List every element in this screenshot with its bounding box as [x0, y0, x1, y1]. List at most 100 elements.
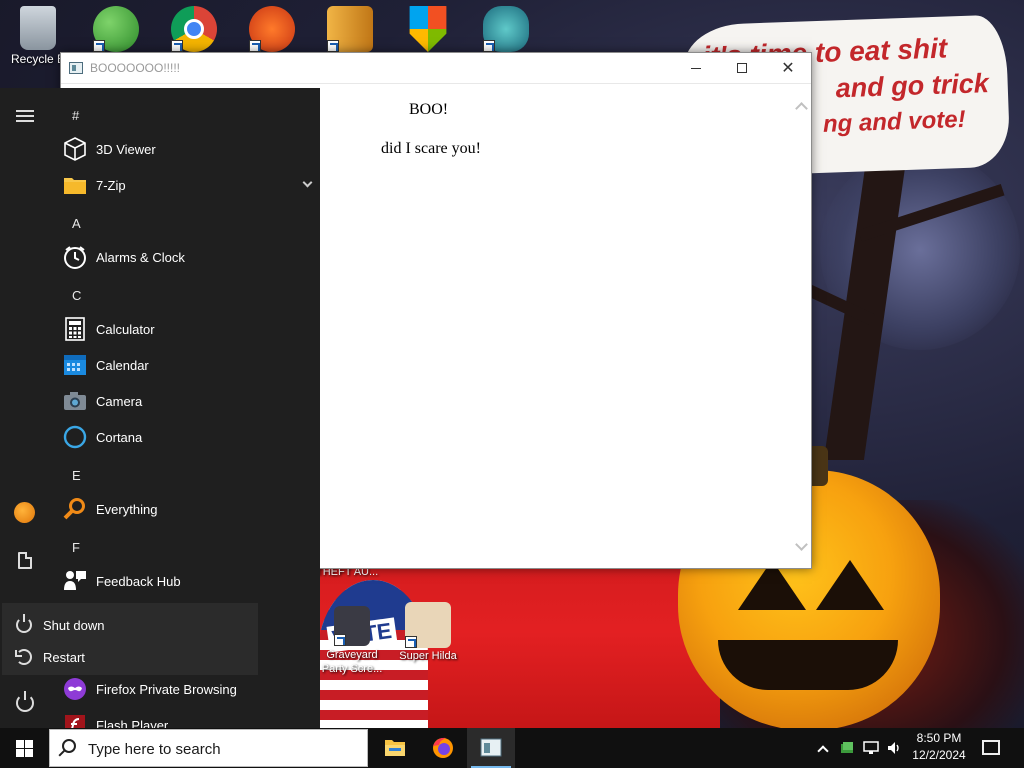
desktop-icon-label: Super Hilda [399, 650, 457, 662]
app-item-7zip[interactable]: 7-Zip [62, 167, 314, 203]
app-item-label: Cortana [96, 429, 143, 445]
boo-app-icon [480, 738, 502, 757]
app-item-feedback-hub[interactable]: Feedback Hub [62, 563, 314, 599]
shortcut-arrow-icon [334, 634, 346, 646]
shutdown-option[interactable]: Shut down [2, 609, 258, 641]
window-title-bar[interactable]: BOOOOOOO!!!!! ✕ [61, 53, 811, 84]
app-item-label: Alarms & Clock [96, 249, 185, 265]
maximize-button[interactable] [719, 53, 765, 83]
section-header-a[interactable]: A [72, 216, 81, 231]
folder-app-icon [327, 6, 373, 52]
clock-date: 12/2/2024 [912, 748, 966, 762]
show-hidden-icons-button[interactable] [814, 728, 832, 768]
close-button[interactable]: ✕ [765, 53, 811, 83]
app-item-label: Camera [96, 393, 143, 409]
chrome-icon [171, 6, 217, 52]
speaker-icon [888, 742, 899, 754]
app-item-label: Calendar [96, 357, 149, 373]
tray-app-icon[interactable] [838, 728, 856, 768]
shortcut-arrow-icon [171, 40, 183, 52]
shutdown-label: Shut down [43, 617, 105, 633]
app-item-label: Calculator [96, 321, 155, 337]
section-header-hash[interactable]: # [72, 108, 79, 123]
camera-icon [62, 388, 88, 414]
section-header-c[interactable]: C [72, 288, 81, 303]
chevron-up-icon [817, 745, 829, 757]
app-item-flash-player[interactable]: Flash Player [62, 707, 314, 728]
shield-icon [409, 6, 447, 52]
search-placeholder: Type here to search [88, 741, 221, 758]
app-item-label: Everything [96, 501, 158, 517]
super-hilda-icon [405, 602, 451, 648]
speech-line-3: ng and vote! [822, 105, 967, 138]
desktop-icon-folder-app[interactable] [314, 0, 386, 54]
taskbar-file-explorer[interactable] [371, 728, 419, 768]
cortana-icon [62, 424, 88, 450]
notification-center-icon[interactable] [982, 740, 1000, 755]
documents-icon[interactable] [18, 552, 32, 569]
taskbar-boo-app[interactable] [467, 728, 515, 768]
speech-line-2: and go trick [835, 68, 990, 104]
desktop-icon-game[interactable] [470, 0, 542, 54]
section-header-e[interactable]: E [72, 468, 81, 483]
pumpkin-mouth [718, 640, 898, 690]
money-icon [841, 742, 853, 753]
minimize-icon [691, 67, 701, 69]
desktop-icon-chrome[interactable] [158, 0, 230, 54]
app-item-firefox-private[interactable]: Firefox Private Browsing [62, 671, 314, 707]
power-icon[interactable] [16, 691, 34, 712]
desktop-icon-label: Graveyard Party Scre... [321, 649, 383, 675]
volume-button[interactable] [884, 728, 904, 768]
taskbar: Type here to search 8:50 PM 12/2/2024 [0, 728, 1024, 768]
section-header-f[interactable]: F [72, 540, 80, 555]
network-button[interactable] [860, 728, 882, 768]
boo-heading: BOO! [409, 101, 449, 118]
magnifier-icon [62, 496, 88, 522]
desktop-icon-super-hilda[interactable]: Super Hilda [392, 596, 464, 662]
firefox-private-icon [62, 676, 88, 702]
desktop-icon-people[interactable] [80, 0, 152, 54]
taskbar-clock[interactable]: 8:50 PM 12/2/2024 [906, 730, 972, 766]
app-item-cortana[interactable]: Cortana [62, 419, 314, 455]
shortcut-arrow-icon [327, 40, 339, 52]
app-item-label: Flash Player [96, 717, 169, 729]
boo-message: did I scare you! [381, 140, 481, 157]
pumpkin-eye [816, 560, 884, 610]
user-avatar-icon[interactable] [14, 502, 35, 523]
flash-icon [62, 712, 88, 728]
graveyard-icon [334, 606, 370, 646]
taskbar-firefox[interactable] [419, 728, 467, 768]
desktop-icon-pinball[interactable] [236, 0, 308, 54]
window-app-icon [69, 62, 83, 74]
taskbar-search-box[interactable]: Type here to search [49, 729, 368, 767]
app-item-calculator[interactable]: Calculator [62, 311, 314, 347]
restart-icon [15, 649, 32, 665]
clock-icon [62, 244, 88, 270]
feedback-icon [62, 568, 88, 594]
chevron-down-icon[interactable] [302, 177, 313, 188]
app-item-everything[interactable]: Everything [62, 491, 314, 527]
scroll-down-arrow-icon[interactable] [794, 539, 808, 553]
power-icon [16, 614, 32, 633]
cube-icon [62, 136, 88, 162]
app-item-alarms-clock[interactable]: Alarms & Clock [62, 239, 314, 275]
restart-option[interactable]: Restart [2, 641, 258, 673]
start-button[interactable] [0, 728, 48, 768]
app-item-label: 7-Zip [96, 177, 126, 193]
close-icon: ✕ [781, 60, 795, 77]
calendar-icon [62, 352, 88, 378]
app-item-3d-viewer[interactable]: 3D Viewer [62, 131, 314, 167]
minimize-button[interactable] [673, 53, 719, 83]
hamburger-menu-icon[interactable] [16, 110, 34, 122]
desktop-icon-graveyard-party[interactable]: Graveyard Party Scre... [316, 600, 388, 676]
app-item-calendar[interactable]: Calendar [62, 347, 314, 383]
desktop-icon-windows-security[interactable] [392, 0, 464, 54]
shortcut-arrow-icon [483, 40, 495, 52]
app-item-camera[interactable]: Camera [62, 383, 314, 419]
shortcut-arrow-icon [405, 636, 417, 648]
windows-logo-icon [16, 740, 33, 757]
app-item-label: Feedback Hub [96, 573, 181, 589]
calculator-icon [62, 316, 88, 342]
recycle-bin-icon [20, 6, 56, 50]
scroll-up-arrow-icon[interactable] [794, 99, 808, 113]
